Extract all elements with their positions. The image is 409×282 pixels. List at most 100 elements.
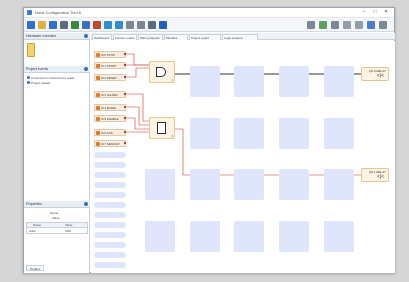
pin-icon[interactable] xyxy=(84,67,88,71)
tab-dashboard[interactable]: Dashboard xyxy=(92,34,112,40)
input-block[interactable]: I0.0 STOP xyxy=(94,51,126,58)
function-slot[interactable] xyxy=(145,169,175,200)
window-title: Nova Configuration Tool 6 xyxy=(35,10,81,15)
output-pin[interactable] xyxy=(124,131,126,133)
search-icon[interactable] xyxy=(331,21,339,29)
output-pin[interactable] xyxy=(124,142,126,144)
empty-slot[interactable] xyxy=(94,152,126,158)
function-slot[interactable] xyxy=(279,66,309,97)
function-slot[interactable] xyxy=(324,66,354,97)
wire xyxy=(126,117,149,130)
sr-flipflop-icon xyxy=(157,122,166,134)
function-slot[interactable] xyxy=(279,221,309,252)
function-slot[interactable] xyxy=(145,221,175,252)
output-pin[interactable] xyxy=(124,53,126,55)
function-slot[interactable] xyxy=(190,118,220,149)
download-icon[interactable] xyxy=(115,21,123,29)
relay-icon: <|< xyxy=(376,73,384,79)
output-pin[interactable] xyxy=(124,106,126,108)
save-icon[interactable] xyxy=(49,21,57,29)
empty-slot[interactable] xyxy=(94,232,126,238)
empty-slot[interactable] xyxy=(94,172,126,178)
user-icon[interactable] xyxy=(93,21,101,29)
output-pin[interactable] xyxy=(124,64,126,66)
close-button[interactable]: ✕ xyxy=(381,9,391,16)
zoom-fit-icon[interactable] xyxy=(319,21,327,29)
function-slot[interactable] xyxy=(279,169,309,200)
empty-slot[interactable] xyxy=(94,192,126,198)
event-item: Project loaded xyxy=(27,81,50,85)
empty-slot[interactable] xyxy=(94,182,126,188)
function-slot[interactable] xyxy=(234,118,264,149)
lock-icon[interactable] xyxy=(148,21,156,29)
device-thumbnail[interactable] xyxy=(27,43,35,57)
input-block[interactable]: I0.3 GUARD xyxy=(94,91,126,98)
upload-icon[interactable] xyxy=(104,21,112,29)
pin-icon[interactable] xyxy=(84,34,88,38)
event-item: Connected to Nova device ready xyxy=(27,76,75,80)
print-icon[interactable] xyxy=(60,21,68,29)
output-block[interactable]: Q0.0 RELAY <|< xyxy=(361,67,389,81)
input-icon xyxy=(96,131,100,135)
compare-icon[interactable] xyxy=(126,21,134,29)
tab-function-editor[interactable]: Function editor xyxy=(113,34,137,40)
logic-gate-and[interactable]: 1 xyxy=(149,61,175,83)
tab-logic-analyzer[interactable]: Logic analyzer xyxy=(222,34,258,40)
tab-project-report[interactable]: Project report xyxy=(189,34,221,40)
main-toolbar xyxy=(24,18,394,32)
empty-slot[interactable] xyxy=(94,212,126,218)
events-panel-title: Project events xyxy=(26,67,49,71)
output-pin[interactable] xyxy=(124,76,126,78)
function-slot[interactable] xyxy=(190,221,220,252)
undo-icon[interactable] xyxy=(343,21,351,29)
function-slot[interactable] xyxy=(279,118,309,149)
info-icon[interactable] xyxy=(159,21,167,29)
empty-slot[interactable] xyxy=(94,252,126,258)
input-block[interactable]: I0.1 START xyxy=(94,62,126,69)
function-slot[interactable] xyxy=(324,169,354,200)
zoom-in-icon[interactable] xyxy=(307,21,315,29)
tab-wiring-diagram[interactable]: Wiring diagram xyxy=(138,34,163,40)
empty-slot[interactable] xyxy=(94,202,126,208)
input-block[interactable]: I0.5 ENABLE xyxy=(94,115,126,122)
input-icon xyxy=(96,142,100,146)
input-block[interactable]: I0.7 SENSOR xyxy=(94,140,126,147)
function-slot[interactable] xyxy=(324,221,354,252)
function-slot[interactable] xyxy=(190,66,220,97)
logic-canvas[interactable]: I0.0 STOP I0.1 START I0.2 RESET I0.3 GUARD I… xyxy=(91,41,395,273)
function-slot[interactable] xyxy=(234,169,264,200)
function-slot[interactable] xyxy=(234,66,264,97)
empty-slot[interactable] xyxy=(94,222,126,228)
prop-cell[interactable]: AND xyxy=(65,229,71,233)
input-block[interactable]: I0.6 ACK xyxy=(94,129,126,136)
function-slot[interactable] xyxy=(190,169,220,200)
help-icon[interactable] xyxy=(367,21,375,29)
minimize-button[interactable]: – xyxy=(359,9,369,16)
input-block[interactable]: I0.2 RESET xyxy=(94,74,126,81)
connect-icon[interactable] xyxy=(71,21,79,29)
function-slot[interactable] xyxy=(234,221,264,252)
input-label: I0.7 SENSOR xyxy=(101,142,120,146)
output-pin[interactable] xyxy=(124,117,126,119)
maximize-button[interactable]: □ xyxy=(370,9,380,16)
empty-slot[interactable] xyxy=(94,262,126,268)
input-block[interactable]: I0.4 MODE xyxy=(94,104,126,111)
grid-icon[interactable] xyxy=(137,21,145,29)
settings-icon[interactable] xyxy=(379,21,387,29)
tab-modules[interactable]: Modules xyxy=(164,34,188,40)
hardware-panel-title: Hardware overview xyxy=(26,34,56,38)
hardware-panel-header: Hardware overview xyxy=(24,33,90,40)
toolbox-tab[interactable]: Toolbox xyxy=(26,265,45,271)
output-pin[interactable] xyxy=(124,93,126,95)
device-icon[interactable] xyxy=(82,21,90,29)
open-icon[interactable] xyxy=(38,21,46,29)
editor-tabs: Dashboard Function editor Wiring diagram Mo… xyxy=(91,33,395,40)
empty-slot[interactable] xyxy=(94,242,126,248)
empty-slot[interactable] xyxy=(94,162,126,168)
pin-icon[interactable] xyxy=(84,202,88,206)
logic-gate-sr[interactable]: 2 xyxy=(149,117,175,139)
redo-icon[interactable] xyxy=(355,21,363,29)
function-slot[interactable] xyxy=(324,118,354,149)
new-icon[interactable] xyxy=(27,21,35,29)
output-block[interactable]: Q0.1 RELAY <|< xyxy=(361,168,389,182)
